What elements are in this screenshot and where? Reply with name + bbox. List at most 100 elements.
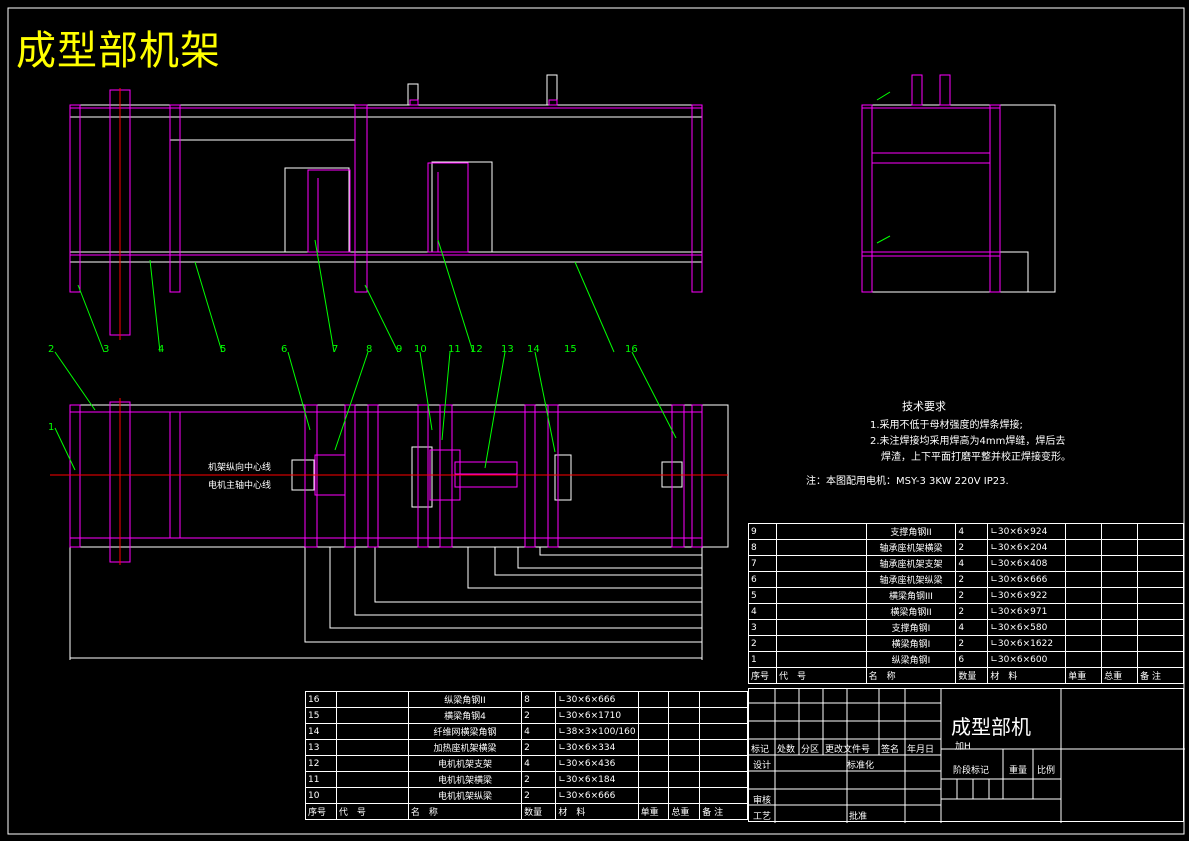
- cell-material: ∟30×6×334: [555, 739, 639, 756]
- cell-qty: 4: [955, 555, 989, 572]
- cell-name: 加热座机架横梁: [407, 739, 523, 756]
- header-code: 代 号: [335, 803, 409, 820]
- header-remark: 备 注: [699, 803, 748, 820]
- cell-code: [335, 771, 409, 788]
- cell-no: 16: [305, 691, 337, 708]
- cell-code: [335, 739, 409, 756]
- title-block-design: 设计: [753, 761, 772, 771]
- cell-no: 6: [748, 571, 777, 588]
- cell-code: [775, 651, 867, 668]
- cell-unit_w: [637, 691, 670, 708]
- part-label-1: 1: [48, 422, 54, 433]
- part-label-2: 2: [48, 344, 54, 355]
- cell-material: ∟30×6×922: [987, 587, 1067, 604]
- cell-material: ∟30×6×580: [987, 619, 1067, 636]
- cell-code: [775, 619, 867, 636]
- header-code: 代 号: [775, 667, 867, 684]
- header-name: 名 称: [865, 667, 957, 684]
- cell-total_w: [1101, 619, 1139, 636]
- tech-req-heading: 技术要求: [902, 400, 946, 413]
- cell-remark: [1137, 523, 1184, 540]
- cell-code: [775, 571, 867, 588]
- cell-remark: [699, 691, 748, 708]
- bom-row: 2 横梁角钢I 2 ∟30×6×1622: [748, 635, 1184, 652]
- cell-total_w: [1101, 571, 1139, 588]
- cell-code: [335, 691, 409, 708]
- front-view: [69, 74, 703, 340]
- cell-unit_w: [1065, 651, 1103, 668]
- cell-total_w: [1101, 523, 1139, 540]
- cell-no: 9: [748, 523, 777, 540]
- part-label-4: 4: [158, 344, 164, 355]
- header-unit-weight: 单重: [1065, 667, 1103, 684]
- part-label-3: 3: [103, 344, 109, 355]
- bom-row: 1 纵梁角钢I 6 ∟30×6×600: [748, 651, 1184, 668]
- cell-qty: 2: [955, 587, 989, 604]
- part-label-7: 7: [332, 344, 338, 355]
- title-block-sign: 签名: [881, 745, 900, 755]
- title-block-count: 处数: [777, 745, 796, 755]
- cell-name: 电机机架横梁: [407, 771, 523, 788]
- bom-row: 6 轴承座机架纵梁 2 ∟30×6×666: [748, 571, 1184, 588]
- cell-material: ∟30×6×666: [987, 571, 1067, 588]
- part-label-10: 10: [414, 344, 427, 355]
- cell-remark: [1137, 619, 1184, 636]
- cell-remark: [1137, 539, 1184, 556]
- cell-material: ∟30×6×436: [555, 755, 639, 772]
- cell-qty: 4: [955, 523, 989, 540]
- title-block-weight: 重量: [1009, 766, 1028, 776]
- tech-req-line1: 1.采用不低于母材强度的焊条焊接;: [870, 420, 1023, 431]
- cell-unit_w: [1065, 555, 1103, 572]
- cell-material: ∟30×6×184: [555, 771, 639, 788]
- cell-total_w: [668, 707, 701, 724]
- cell-no: 4: [748, 603, 777, 620]
- header-no: 序号: [305, 803, 337, 820]
- cell-remark: [1137, 635, 1184, 652]
- title-block-stage: 阶段标记: [953, 766, 990, 776]
- cell-remark: [699, 707, 748, 724]
- title-block-zone: 分区: [801, 745, 820, 755]
- part-label-14: 14: [527, 344, 540, 355]
- cell-total_w: [1101, 587, 1139, 604]
- cell-material: ∟30×6×1710: [555, 707, 639, 724]
- cell-name: 电机机架支架: [407, 755, 523, 772]
- cell-total_w: [668, 723, 701, 740]
- top-view: 机架纵向中心线 电机主轴中心线: [50, 398, 729, 660]
- cell-code: [775, 539, 867, 556]
- cell-remark: [1137, 651, 1184, 668]
- cell-name: 纵梁角钢II: [407, 691, 523, 708]
- bom-row: 9 支撑角钢II 4 ∟30×6×924: [748, 523, 1184, 540]
- bom-row: 13 加热座机架横梁 2 ∟30×6×334: [305, 739, 748, 756]
- cell-material: ∟30×6×204: [987, 539, 1067, 556]
- cell-total_w: [1101, 555, 1139, 572]
- title-block-scale: 比例: [1037, 766, 1056, 776]
- cell-name: 支撑角钢II: [865, 523, 957, 540]
- cell-no: 2: [748, 635, 777, 652]
- cell-unit_w: [637, 771, 670, 788]
- title-block-sub: 加H: [955, 742, 971, 752]
- cell-no: 15: [305, 707, 337, 724]
- cell-material: ∟38×3×100/160: [555, 723, 639, 740]
- cell-unit_w: [637, 723, 670, 740]
- centerline-label-motor: 电机主轴中心线: [208, 479, 271, 491]
- cell-no: 8: [748, 539, 777, 556]
- cell-total_w: [1101, 539, 1139, 556]
- cell-name: 纤维网横梁角钢: [407, 723, 523, 740]
- cell-code: [775, 635, 867, 652]
- tech-req-note: 注：本图配用电机：MSY-3 3KW 220V IP23.: [806, 476, 1009, 487]
- cell-no: 3: [748, 619, 777, 636]
- cell-qty: 6: [955, 651, 989, 668]
- cell-no: 7: [748, 555, 777, 572]
- bom-left-header: 序号 代 号 名 称 数量 材 料 单重 总重 备 注: [305, 803, 748, 820]
- cell-code: [335, 755, 409, 772]
- part-label-13: 13: [501, 344, 514, 355]
- header-material: 材 料: [555, 803, 639, 820]
- cell-qty: 2: [955, 603, 989, 620]
- cell-remark: [699, 723, 748, 740]
- bom-row: 10 电机机架纵梁 2 ∟30×6×666: [305, 787, 748, 804]
- cell-code: [775, 523, 867, 540]
- part-label-15: 15: [564, 344, 577, 355]
- cell-remark: [1137, 555, 1184, 572]
- cell-material: ∟30×6×666: [555, 691, 639, 708]
- cell-qty: 2: [955, 539, 989, 556]
